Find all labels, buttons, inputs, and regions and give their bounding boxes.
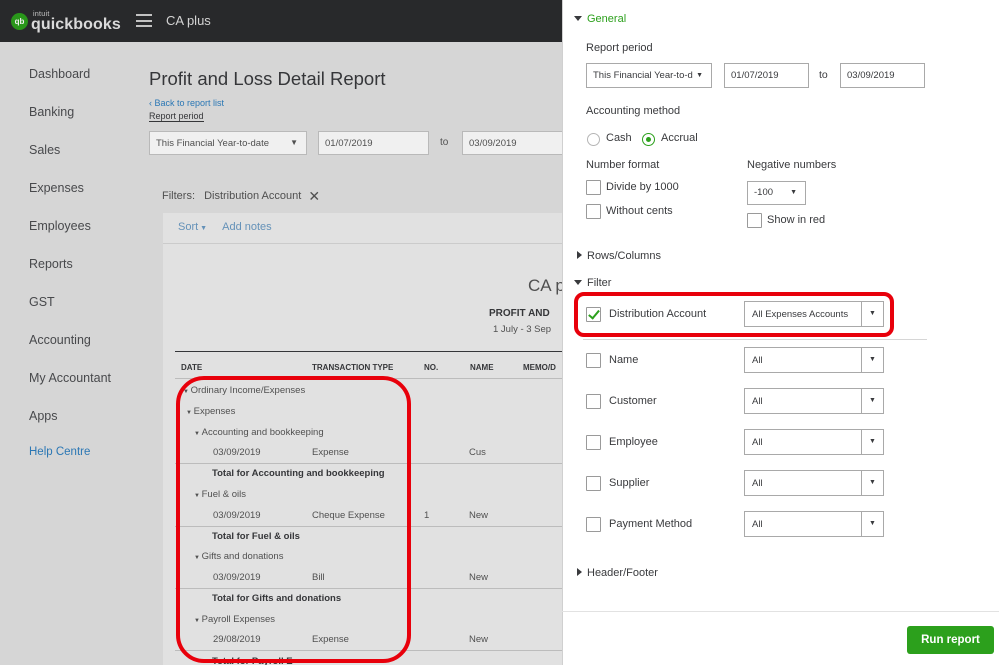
filter-checkbox-customer[interactable] [586, 394, 601, 409]
chevron-down-icon: ▼ [869, 397, 876, 404]
annotation-highlight-distribution-filter [574, 292, 894, 337]
accounting-method-label: Accounting method [586, 105, 681, 117]
filter-select-employee[interactable]: All ▼ [744, 429, 884, 455]
section-toggle-header-footer[interactable]: Header/Footer [577, 567, 658, 579]
filter-select-name[interactable]: All ▼ [744, 347, 884, 373]
section-toggle-rows-columns[interactable]: Rows/Columns [577, 250, 661, 262]
accrual-label: Accrual [661, 132, 698, 144]
panel-footer-divider [562, 611, 999, 612]
filter-checkbox-name[interactable] [586, 353, 601, 368]
cash-label: Cash [606, 132, 632, 144]
filter-select-customer[interactable]: All ▼ [744, 388, 884, 414]
caret-right-icon [577, 251, 582, 259]
filter-checkbox-employee[interactable] [586, 435, 601, 450]
section-toggle-filter[interactable]: Filter [574, 277, 611, 289]
negative-numbers-select[interactable]: -100 ▼ [747, 181, 806, 205]
filter-select-supplier[interactable]: All ▼ [744, 470, 884, 496]
caret-down-icon [574, 16, 582, 21]
number-format-label: Number format [586, 159, 660, 171]
filter-select-payment-method[interactable]: All ▼ [744, 511, 884, 537]
divide-by-1000-checkbox[interactable] [586, 180, 601, 195]
cash-radio[interactable] [587, 133, 600, 146]
accrual-radio[interactable] [642, 133, 655, 146]
panel-to-date-input[interactable]: 03/09/2019 [840, 63, 925, 88]
filter-label-payment-method: Payment Method [609, 518, 693, 530]
divide-by-1000-label: Divide by 1000 [606, 181, 679, 193]
section-toggle-general[interactable]: General [574, 13, 626, 25]
annotation-highlight-report-rows [176, 376, 411, 663]
filter-label-name: Name [609, 354, 639, 366]
chevron-down-icon: ▼ [869, 520, 876, 527]
without-cents-checkbox[interactable] [586, 204, 601, 219]
filter-divider [583, 339, 927, 340]
to-label: to [819, 69, 828, 81]
show-in-red-checkbox[interactable] [747, 213, 762, 228]
report-period-label: Report period [586, 42, 653, 54]
filter-checkbox-supplier[interactable] [586, 476, 601, 491]
negative-numbers-label: Negative numbers [747, 159, 837, 171]
filter-label-customer: Customer [609, 395, 657, 407]
without-cents-label: Without cents [606, 205, 673, 217]
chevron-down-icon: ▼ [696, 72, 703, 79]
chevron-down-icon: ▼ [869, 438, 876, 445]
caret-down-icon [574, 280, 582, 285]
filter-label-employee: Employee [609, 436, 658, 448]
chevron-down-icon: ▼ [869, 479, 876, 486]
filter-label-supplier: Supplier [609, 477, 650, 489]
chevron-down-icon: ▼ [790, 189, 797, 196]
run-report-button[interactable]: Run report [907, 626, 994, 654]
show-in-red-label: Show in red [767, 214, 826, 226]
panel-from-date-input[interactable]: 01/07/2019 [724, 63, 809, 88]
panel-report-period-select[interactable]: This Financial Year-to-date ▼ [586, 63, 712, 88]
filter-checkbox-payment-method[interactable] [586, 517, 601, 532]
caret-right-icon [577, 568, 582, 576]
chevron-down-icon: ▼ [869, 356, 876, 363]
